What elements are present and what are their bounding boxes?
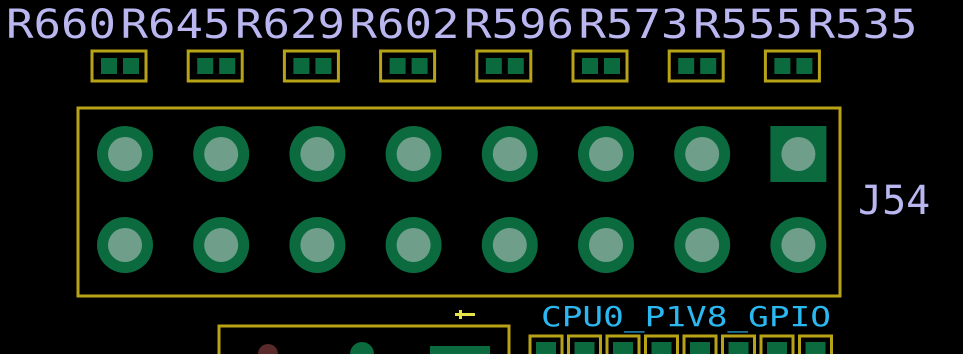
bottom-pad-copper — [651, 342, 672, 354]
connector-ref-label: J54 — [858, 178, 930, 224]
resistor-pad — [293, 58, 310, 74]
drill-hole — [781, 137, 816, 171]
drill-hole — [300, 228, 335, 262]
resistor-ref-label: R555 — [693, 2, 803, 48]
resistor-pad — [197, 58, 214, 74]
resistor-pad — [507, 58, 524, 74]
connector-pad — [578, 126, 634, 182]
drill-hole — [685, 137, 720, 171]
connector-pad — [481, 126, 538, 182]
bottom-pad — [798, 334, 833, 354]
connector-pad — [385, 126, 442, 182]
drill-hole — [589, 137, 623, 171]
drill-hole — [204, 137, 239, 171]
resistor-pad — [123, 58, 139, 74]
bottom-header-pads — [528, 334, 833, 354]
resistor-pad — [219, 58, 236, 74]
connector-pad — [97, 126, 153, 182]
resistor-pad — [796, 58, 813, 74]
bottom-pad — [644, 334, 679, 354]
drill-hole — [685, 228, 720, 262]
drill-hole — [396, 228, 431, 262]
connector-pad — [770, 217, 827, 273]
resistor-footprint — [90, 49, 148, 83]
bottom-pad-copper — [690, 342, 710, 354]
drill-hole — [204, 228, 239, 262]
resistor-footprint — [475, 49, 533, 83]
bottom-pad-copper — [728, 342, 749, 354]
resistor-footprints — [90, 49, 821, 83]
bottom-pad — [721, 334, 756, 354]
drill-hole — [396, 137, 431, 171]
bottom-pad-copper — [805, 342, 826, 354]
connector-pads — [97, 126, 827, 273]
resistor-pad — [411, 58, 428, 74]
resistor-ref-label: R535 — [808, 2, 918, 48]
bottom-pad — [567, 334, 602, 354]
net-label: CPU0_P1V8_GPIO — [541, 300, 831, 334]
pcb-layout: R660 R645 R629 R602 R596 R573 R555 R535 J54 CPU… — [6, 2, 930, 354]
connector-pad — [193, 217, 250, 273]
resistor-labels: R660 R645 R629 R602 R596 R573 R555 R535 — [6, 2, 918, 48]
connector-pad — [193, 126, 250, 182]
resistor-ref-label: R602 — [350, 2, 460, 48]
resistor-footprint — [763, 49, 821, 83]
drill-hole — [492, 137, 527, 171]
connector-pad — [97, 217, 153, 273]
resistor-pad — [700, 58, 717, 74]
connector-pad — [289, 217, 346, 273]
drill-hole — [108, 137, 142, 171]
resistor-footprint — [571, 49, 629, 83]
resistor-pad — [582, 58, 598, 74]
resistor-pad — [678, 58, 695, 74]
connector-pad — [578, 217, 634, 273]
resistor-pad — [774, 58, 791, 74]
connector-pad — [674, 126, 731, 182]
connector-pad — [289, 126, 346, 182]
bottom-pad-copper — [536, 342, 556, 354]
resistor-ref-label: R645 — [121, 2, 231, 48]
connector-pin1-pad — [770, 126, 827, 182]
bottom-pad — [528, 334, 564, 354]
bottom-pad-copper — [574, 342, 595, 354]
resistor-footprint — [379, 49, 437, 83]
bottom-pad-copper — [767, 342, 787, 354]
drill-hole — [108, 228, 142, 262]
ic-pad-partial — [258, 344, 278, 354]
bottom-pad-copper — [613, 342, 633, 354]
ic-pad-partial — [350, 342, 374, 354]
resistor-pad — [485, 58, 502, 74]
drill-hole — [781, 228, 816, 262]
connector-pad — [385, 217, 442, 273]
connector-pad — [481, 217, 538, 273]
pin1-marker — [455, 310, 475, 319]
resistor-ref-label: R629 — [235, 2, 345, 48]
resistor-ref-label: R660 — [6, 2, 116, 48]
resistor-pad — [389, 58, 406, 74]
drill-hole — [492, 228, 527, 262]
resistor-pad — [101, 58, 117, 74]
resistor-ref-label: R573 — [579, 2, 689, 48]
resistor-footprint — [282, 49, 340, 83]
bottom-pad — [605, 334, 641, 354]
drill-hole — [300, 137, 335, 171]
connector-outline — [76, 106, 842, 298]
resistor-footprint — [667, 49, 725, 83]
ic-pad-partial — [430, 346, 490, 354]
resistor-footprint — [186, 49, 244, 83]
resistor-pad — [604, 58, 620, 74]
bottom-pad — [682, 334, 718, 354]
connector-pad — [674, 217, 731, 273]
resistor-ref-label: R596 — [464, 2, 574, 48]
resistor-pad — [315, 58, 332, 74]
bottom-pad — [759, 334, 795, 354]
drill-hole — [589, 228, 623, 262]
